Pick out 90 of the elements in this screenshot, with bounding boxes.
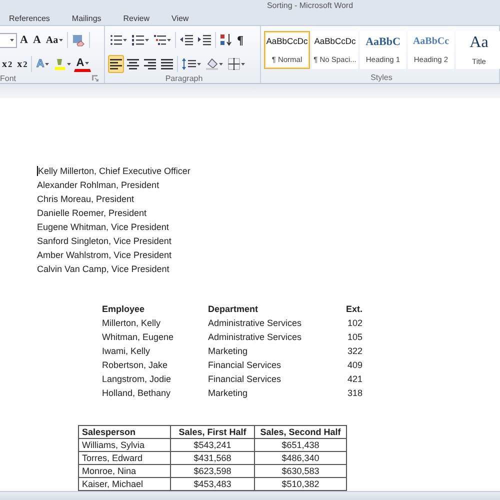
text-line: Kelly Millerton, Chief Executive Officer <box>37 165 192 178</box>
table-cell: $630,583 <box>254 464 346 478</box>
table-cell: $431,568 <box>170 452 254 464</box>
dropdown-caret-icon <box>85 62 90 64</box>
ribbon-tab[interactable]: References <box>4 12 55 24</box>
style-preview: AaBbC <box>366 36 400 48</box>
text-line: Danielle Roemer, President <box>37 207 148 220</box>
table-cell-text: Robertson, Jake <box>102 359 169 372</box>
table-cell-text: Holland, Bethany <box>102 387 172 400</box>
align-center-icon <box>127 58 139 70</box>
increase-indent-icon <box>198 34 211 46</box>
table-cell: $543,241 <box>170 438 254 452</box>
table-cell-text: 421 <box>346 373 363 386</box>
table-cell: $623,598 <box>170 464 254 478</box>
dropdown-caret-icon <box>123 38 127 42</box>
table-cell-text: Financial Services <box>208 359 282 372</box>
table-cell-text: 318 <box>346 387 363 400</box>
column-header: Employee <box>102 303 146 316</box>
text-line: Amber Wahlstrom, Vice President <box>37 249 173 262</box>
paint-bucket-icon <box>206 58 218 70</box>
line-spacing-icon <box>182 58 196 70</box>
dropdown-caret-icon <box>167 38 171 42</box>
group-label: Styles <box>370 72 392 82</box>
table-cell-text: Marketing <box>208 345 249 358</box>
eraser-icon <box>72 34 86 46</box>
shrink-font-button[interactable]: A <box>30 31 43 49</box>
dropdown-caret-icon <box>67 62 72 66</box>
multilevel-list-icon <box>154 34 166 46</box>
column-header: Sales, First Half <box>170 426 254 438</box>
window-title: Sorting - Microsoft Word <box>266 1 354 11</box>
dropdown-caret-icon <box>241 62 245 66</box>
show-formatting-button[interactable]: ¶ <box>235 31 246 49</box>
align-justify-icon <box>161 58 173 70</box>
text-line: Sanford Singleton, Vice President <box>37 235 172 248</box>
table-cell-text: 322 <box>346 345 363 358</box>
style-preview: AaBbCcDc <box>266 36 308 46</box>
column-header: Salesperson <box>78 426 170 438</box>
style-preview: Aa <box>470 34 488 52</box>
table-cell-text: Marketing <box>208 387 249 400</box>
dropdown-caret-icon <box>10 38 14 42</box>
table-cell: Whitman, Eugene <box>102 330 208 344</box>
change-case-button[interactable]: Aa <box>44 31 66 49</box>
table-cell: $651,438 <box>254 438 346 452</box>
font-color-button[interactable]: A <box>74 56 92 72</box>
sort-icon <box>220 34 232 46</box>
text-line: Calvin Van Camp, Vice President <box>37 263 170 276</box>
borders-icon <box>228 58 240 70</box>
table-cell: Monroe, Nina <box>78 464 170 478</box>
align-left-icon <box>110 58 122 70</box>
table-cell-text: 409 <box>346 359 363 372</box>
dropdown-caret-icon <box>197 62 201 66</box>
table-cell-text: Administrative Services <box>208 317 303 330</box>
grow-font-button[interactable]: A <box>18 31 30 49</box>
table-cell-text: Langstrom, Jodie <box>102 373 172 386</box>
table-cell: Millerton, Kelly <box>102 316 208 330</box>
align-left-button[interactable] <box>108 55 124 73</box>
font-size-field[interactable] <box>0 32 17 48</box>
table-cell-text: Financial Services <box>208 373 282 386</box>
align-right-icon <box>144 58 156 70</box>
dropdown-caret-icon <box>45 62 50 66</box>
column-header: Ext. <box>346 303 363 316</box>
dialog-launcher-icon <box>92 75 99 82</box>
borders-button[interactable] <box>226 55 247 73</box>
bullet-list-icon <box>110 34 122 46</box>
table-cell-text: Iwami, Kelly <box>102 345 152 358</box>
numbered-list-icon <box>132 34 144 46</box>
table-cell-text: 105 <box>346 331 363 344</box>
ribbon-tab[interactable]: View <box>166 12 194 24</box>
dropdown-caret-icon <box>219 62 223 66</box>
dropdown-caret-icon <box>145 38 149 42</box>
text-line: Chris Moreau, President <box>37 193 136 206</box>
text-cursor <box>37 166 38 176</box>
text-line: Eugene Whitman, Vice President <box>37 221 170 234</box>
table-cell: Torres, Edward <box>78 452 170 464</box>
dropdown-caret-icon <box>59 38 64 42</box>
table-cell-text: Administrative Services <box>208 331 303 344</box>
style-preview: AaBbCc <box>412 36 450 47</box>
group-label: Paragraph <box>165 74 203 83</box>
text-line: Alexander Rohlman, President <box>37 179 160 192</box>
decrease-indent-icon <box>180 34 193 46</box>
table-cell-text: 102 <box>346 317 363 330</box>
column-header: Sales, Second Half <box>254 426 346 438</box>
table-cell: $486,340 <box>254 452 346 464</box>
group-label: Font <box>0 74 16 83</box>
style-preview: AaBbCcDc <box>314 36 356 46</box>
ribbon-tab[interactable]: Review <box>118 12 154 24</box>
table-cell: Williams, Sylvia <box>78 438 170 452</box>
highlighter-icon <box>54 58 66 70</box>
ribbon-tab[interactable]: Mailings <box>66 12 106 24</box>
column-header: Department <box>208 303 260 316</box>
